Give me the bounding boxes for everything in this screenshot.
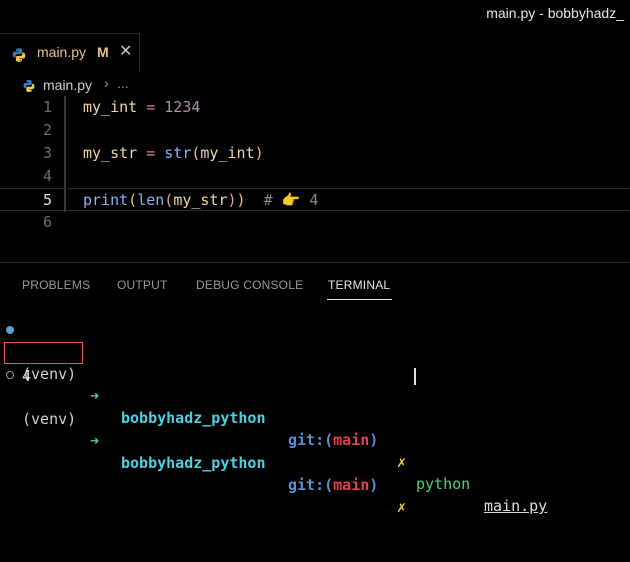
tab-output[interactable]: OUTPUT	[117, 278, 168, 292]
tab-debug-console[interactable]: DEBUG CONSOLE	[196, 278, 303, 292]
indent-guide	[64, 165, 66, 188]
prompt-arrow-icon: ➜	[90, 432, 100, 450]
active-tab-underline	[327, 299, 392, 300]
terminal-venv: (venv)	[22, 410, 77, 428]
title-bar: main.py - bobbyhadz_	[0, 0, 630, 28]
command-success-icon[interactable]	[6, 326, 14, 334]
code-editor[interactable]: 1 my_int = 1234 2 3 my_str = str(my_int)…	[0, 96, 630, 236]
terminal-cursor	[414, 368, 416, 385]
tab-problems[interactable]: PROBLEMS	[22, 278, 90, 292]
indent-guide	[64, 119, 66, 142]
code-line: 4	[0, 165, 630, 188]
terminal-command: python	[416, 475, 471, 493]
indent-guide	[64, 189, 66, 212]
breadcrumb: main.py › ...	[0, 74, 630, 96]
tab-main-py[interactable]: main.py M ✕	[0, 33, 140, 72]
terminal-directory: bobbyhadz_python	[121, 409, 266, 427]
line-number: 1	[42, 98, 52, 116]
chevron-right-icon: ›	[104, 75, 109, 91]
terminal-git-branch: git:(main)	[288, 476, 379, 494]
close-icon[interactable]: ✕	[119, 41, 132, 61]
terminal-output: 4	[0, 343, 630, 385]
code-line: 1 my_int = 1234	[0, 96, 630, 119]
output-highlight-box	[4, 342, 83, 364]
code-line: 2	[0, 119, 630, 142]
python-file-icon	[11, 47, 27, 68]
dirty-marker-icon: ✗	[397, 453, 407, 471]
tab-filename: main.py	[37, 44, 87, 60]
code-text: my_int = 1234	[83, 98, 201, 116]
modified-indicator: M	[97, 44, 109, 60]
code-line-active: 5 print(len(my_str)) # 👉 4	[0, 188, 630, 212]
terminal-line: (venv) ➜ bobbyhadz_python git:(main) ✗ p…	[0, 319, 630, 515]
dirty-marker-icon: ✗	[397, 498, 407, 516]
code-text: print(len(my_str)) # 👉 4	[83, 191, 319, 209]
tab-terminal[interactable]: TERMINAL	[328, 278, 390, 292]
line-number: 4	[42, 167, 52, 185]
indent-guide	[64, 96, 66, 119]
terminal-prompt[interactable]: (venv) ➜ bobbyhadz_python git:(main) ✗	[0, 364, 630, 516]
line-number: 2	[42, 121, 52, 139]
command-pending-icon	[6, 371, 14, 379]
bottom-panel: PROBLEMS OUTPUT DEBUG CONSOLE TERMINAL (…	[0, 262, 630, 516]
code-line: 3 my_str = str(my_int)	[0, 142, 630, 165]
code-text: my_str = str(my_int)	[83, 144, 264, 162]
editor-tab-bar: main.py M ✕	[0, 28, 630, 72]
breadcrumb-more[interactable]: ...	[117, 75, 129, 91]
terminal-git-branch: git:(main)	[288, 431, 379, 449]
code-line: 6	[0, 211, 630, 234]
terminal-argument[interactable]: main.py	[484, 495, 547, 517]
breadcrumb-file[interactable]: main.py	[43, 77, 92, 93]
prompt-arrow-icon: ➜	[90, 387, 100, 405]
terminal-directory: bobbyhadz_python	[121, 454, 266, 472]
window-title: main.py - bobbyhadz_	[486, 5, 624, 21]
line-number: 3	[42, 144, 52, 162]
line-number: 5	[42, 191, 52, 209]
indent-guide	[64, 142, 66, 165]
pointing-hand-icon: 👉	[281, 191, 301, 209]
line-number: 6	[42, 213, 52, 231]
